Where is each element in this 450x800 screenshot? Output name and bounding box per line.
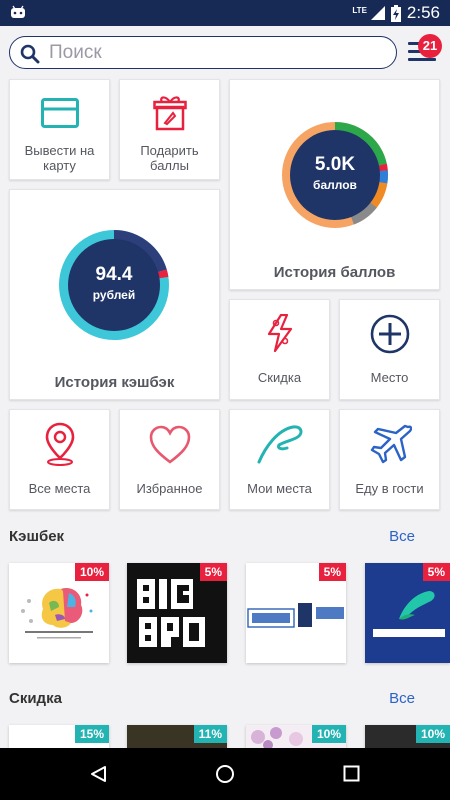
heart-icon <box>149 425 190 464</box>
withdraw-label: Вывести на карту <box>24 143 95 173</box>
search-input[interactable]: Поиск <box>9 36 397 69</box>
my-places-swoosh-icon <box>257 425 302 464</box>
cashback-section-title: Кэшбек <box>9 528 65 545</box>
system-nav-bar <box>0 748 450 800</box>
discount-badge: 10% <box>74 563 109 581</box>
cashback-see-all-link[interactable]: Все <box>389 528 415 545</box>
discount-badge: 5% <box>422 563 450 581</box>
discount-badge: 5% <box>199 563 227 581</box>
cashback-tile[interactable]: 5% <box>365 563 450 663</box>
notification-badge: 21 <box>418 34 442 58</box>
discount-tile[interactable]: 15% <box>9 725 109 748</box>
points-history-label: История баллов <box>273 264 396 281</box>
withdraw-card[interactable]: Вывести на карту <box>9 79 110 180</box>
my-places-label: Мои места <box>247 481 312 496</box>
airplane-icon <box>370 424 412 464</box>
discount-tile[interactable]: 11% <box>127 725 227 748</box>
all-places-card[interactable]: Все места <box>9 409 110 510</box>
cashback-balance: 94.4 рублей <box>68 239 160 331</box>
discount-badge: 15% <box>74 725 109 743</box>
android-icon <box>11 5 25 18</box>
clock: 2:56 <box>406 3 440 22</box>
network-label: LTE <box>352 5 367 15</box>
all-places-label: Все места <box>28 481 91 496</box>
discount-card[interactable]: Скидка <box>229 299 330 400</box>
credit-card-icon <box>40 98 79 128</box>
discount-badge: 11% <box>193 725 227 743</box>
points-value: 5.0K <box>314 154 356 175</box>
points-unit: баллов <box>313 178 357 192</box>
discount-badge: 10% <box>415 725 450 743</box>
points-balance: 5.0K баллов <box>290 130 380 220</box>
cashback-tile[interactable]: 5% <box>127 563 227 663</box>
place-label: Место <box>370 370 409 385</box>
discount-badge: 10% <box>311 725 346 743</box>
map-pin-icon <box>45 422 74 466</box>
discount-see-all-link[interactable]: Все <box>389 690 415 707</box>
place-card[interactable]: Место <box>339 299 440 400</box>
cashback-unit: рублей <box>92 288 136 302</box>
discount-badge: 5% <box>318 563 346 581</box>
cashback-tile[interactable]: 10% <box>9 563 109 663</box>
discount-section-title: Скидка <box>9 690 62 707</box>
search-placeholder: Поиск <box>49 42 102 63</box>
back-icon[interactable] <box>89 765 107 783</box>
status-bar: LTE 2:56 <box>0 0 450 26</box>
discount-bolt-icon <box>267 314 292 352</box>
gift-label: Подарить баллы <box>140 143 199 173</box>
discount-label: Скидка <box>257 370 302 385</box>
favorites-card[interactable]: Избранное <box>119 409 220 510</box>
cashback-tile[interactable]: 5% <box>246 563 346 663</box>
gift-icon <box>152 96 187 131</box>
cashback-value: 94.4 <box>95 264 133 285</box>
discount-tile[interactable]: 10% <box>246 725 346 748</box>
search-icon <box>20 44 40 64</box>
home-icon[interactable] <box>215 764 235 784</box>
add-place-icon <box>370 314 409 354</box>
food-label: Еду в гости <box>355 481 424 496</box>
battery-icon <box>390 4 401 22</box>
signal-icon <box>370 6 385 20</box>
favorites-label: Избранное <box>136 481 203 496</box>
food-card[interactable]: Еду в гости <box>339 409 440 510</box>
discount-tile[interactable]: 10% <box>365 725 450 748</box>
gift-card[interactable]: Подарить баллы <box>119 79 220 180</box>
my-places-card[interactable]: Мои места <box>229 409 330 510</box>
points-history-card[interactable]: 5.0K баллов История баллов <box>229 79 440 290</box>
cashback-history-label: История кэшбэк <box>54 374 175 391</box>
cashback-history-card[interactable]: 94.4 рублей История кэшбэк <box>9 189 220 400</box>
top-bar: Поиск 21 <box>0 26 450 78</box>
recents-icon[interactable] <box>343 765 360 782</box>
